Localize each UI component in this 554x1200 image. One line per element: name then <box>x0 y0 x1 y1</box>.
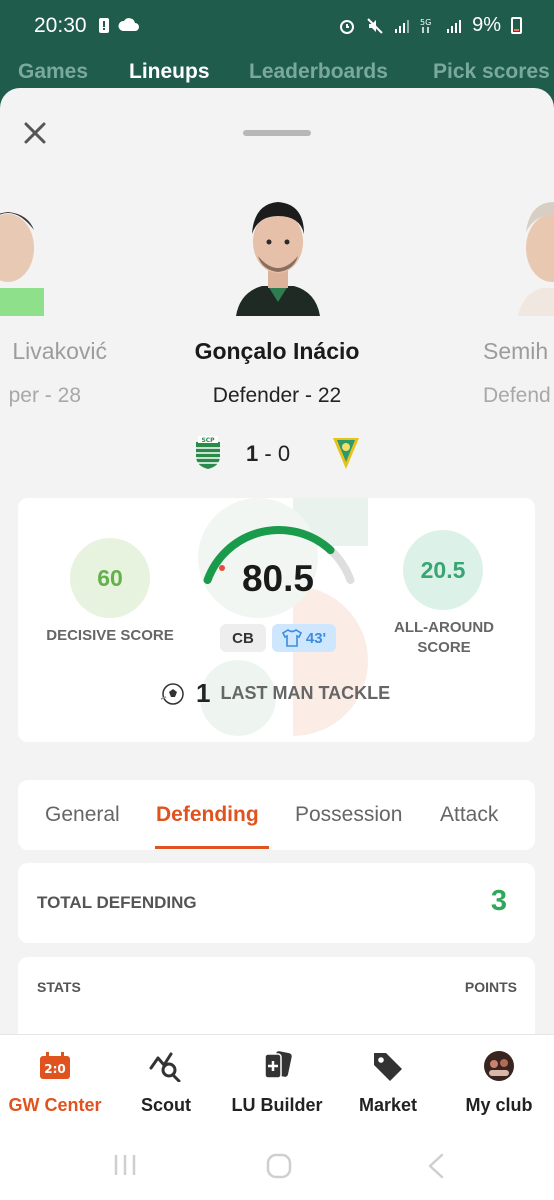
estoril-crest-icon <box>333 438 359 469</box>
signal-icon <box>395 19 410 33</box>
tab-general[interactable]: General <box>45 803 120 827</box>
next-player-position: Defend <box>483 384 551 407</box>
sporting-crest-icon: SCP <box>196 436 220 469</box>
gw-center-icon: 2:0 <box>38 1049 72 1083</box>
mute-icon <box>367 17 383 34</box>
back-icon[interactable] <box>424 1152 446 1180</box>
position-badge: CB <box>220 624 266 652</box>
system-nav-bar <box>0 1144 554 1200</box>
signal-icon-2 <box>447 19 462 33</box>
last-man-tackle-icon <box>160 682 184 705</box>
home-icon[interactable] <box>265 1152 293 1180</box>
tab-pick-scores[interactable]: Pick scores <box>433 60 550 84</box>
top-tabs: Games Lineups Leaderboards Pick scores <box>0 46 554 90</box>
all-around-score-bubble: 20.5 <box>403 530 483 610</box>
5g-signal-icon: 5G <box>420 18 431 33</box>
tab-possession[interactable]: Possession <box>295 803 402 827</box>
stats-table: STATS POINTS <box>18 957 535 1038</box>
match-result[interactable]: SCP 1 - 0 <box>0 436 554 472</box>
next-player-name[interactable]: Semih <box>483 338 548 365</box>
tab-games[interactable]: Games <box>18 60 88 84</box>
nav-gw-center[interactable]: 2:0 GW Center <box>0 1049 110 1116</box>
bottom-nav: 2:0 GW Center Scout LU Builder Market My… <box>0 1034 554 1144</box>
player-name: Gonçalo Inácio <box>194 338 360 364</box>
tab-leaderboards[interactable]: Leaderboards <box>249 60 388 84</box>
all-around-score-label: ALL-AROUND SCORE <box>394 619 494 656</box>
action-label: LAST MAN TACKLE <box>220 683 391 703</box>
nav-market[interactable]: Market <box>333 1049 443 1116</box>
decisive-action: 1 LAST MAN TACKLE <box>160 678 390 709</box>
svg-text:5G: 5G <box>420 18 431 27</box>
status-notifications <box>98 16 140 34</box>
player-photo-next[interactable] <box>518 190 554 316</box>
score-card: 60 DECISIVE SCORE 80.5 20.5 ALL-AROUND SC… <box>18 498 535 742</box>
battery-percent: 9% <box>472 14 501 36</box>
tab-attack[interactable]: Attack <box>440 803 498 827</box>
svg-text:SCP: SCP <box>201 437 215 444</box>
stats-column-header: STATS <box>37 979 81 995</box>
svg-text:2:0: 2:0 <box>44 1062 66 1076</box>
total-score: 80.5 <box>241 558 314 599</box>
stat-tabs: General Defending Possession Attack <box>18 780 535 850</box>
total-defending-label: TOTAL DEFENDING <box>37 893 197 912</box>
match-score: 1 - 0 <box>246 441 291 466</box>
nav-lu-builder[interactable]: LU Builder <box>222 1049 332 1116</box>
status-bar: 20:30 5G 9% <box>0 0 554 46</box>
total-defending-card: TOTAL DEFENDING 3 <box>18 863 535 943</box>
minutes-badge: 43' <box>272 624 336 652</box>
nav-label-lu-builder: LU Builder <box>231 1095 323 1115</box>
drag-handle[interactable] <box>243 130 311 136</box>
close-icon[interactable] <box>22 120 48 146</box>
active-tab-indicator <box>155 846 269 849</box>
action-count: 1 <box>196 678 211 708</box>
tag-icon <box>371 1049 405 1083</box>
status-system-icons: 5G 9% <box>338 14 522 37</box>
nav-label-scout: Scout <box>140 1095 191 1115</box>
decisive-score-bubble: 60 <box>70 538 150 618</box>
player-detail-sheet: Livaković Gonçalo Inácio Semih per - 28 … <box>0 88 554 1038</box>
tab-lineups[interactable]: Lineups <box>129 60 210 84</box>
total-defending-value: 3 <box>490 885 507 917</box>
status-time: 20:30 <box>34 14 87 37</box>
club-avatar <box>482 1049 516 1083</box>
battery-alert-icon <box>99 18 109 33</box>
shirt-icon <box>281 629 302 647</box>
battery-icon <box>511 17 522 34</box>
alarm-icon <box>340 19 355 34</box>
cards-icon <box>260 1049 294 1083</box>
player-position-age: Defender - 22 <box>212 384 342 407</box>
scout-icon <box>149 1049 183 1083</box>
decisive-score-label: DECISIVE SCORE <box>46 627 174 644</box>
nav-scout[interactable]: Scout <box>111 1049 221 1116</box>
points-column-header: POINTS <box>464 979 517 995</box>
recents-icon[interactable] <box>112 1152 138 1178</box>
player-photo-current[interactable] <box>232 190 324 316</box>
cloud-icon <box>118 18 139 31</box>
nav-label-gw-center: GW Center <box>8 1095 102 1115</box>
nav-my-club[interactable]: My club <box>444 1049 554 1116</box>
tab-defending[interactable]: Defending <box>156 803 259 827</box>
nav-label-market: Market <box>358 1095 418 1115</box>
player-photo-prev[interactable] <box>0 190 44 316</box>
nav-label-my-club: My club <box>465 1095 533 1115</box>
